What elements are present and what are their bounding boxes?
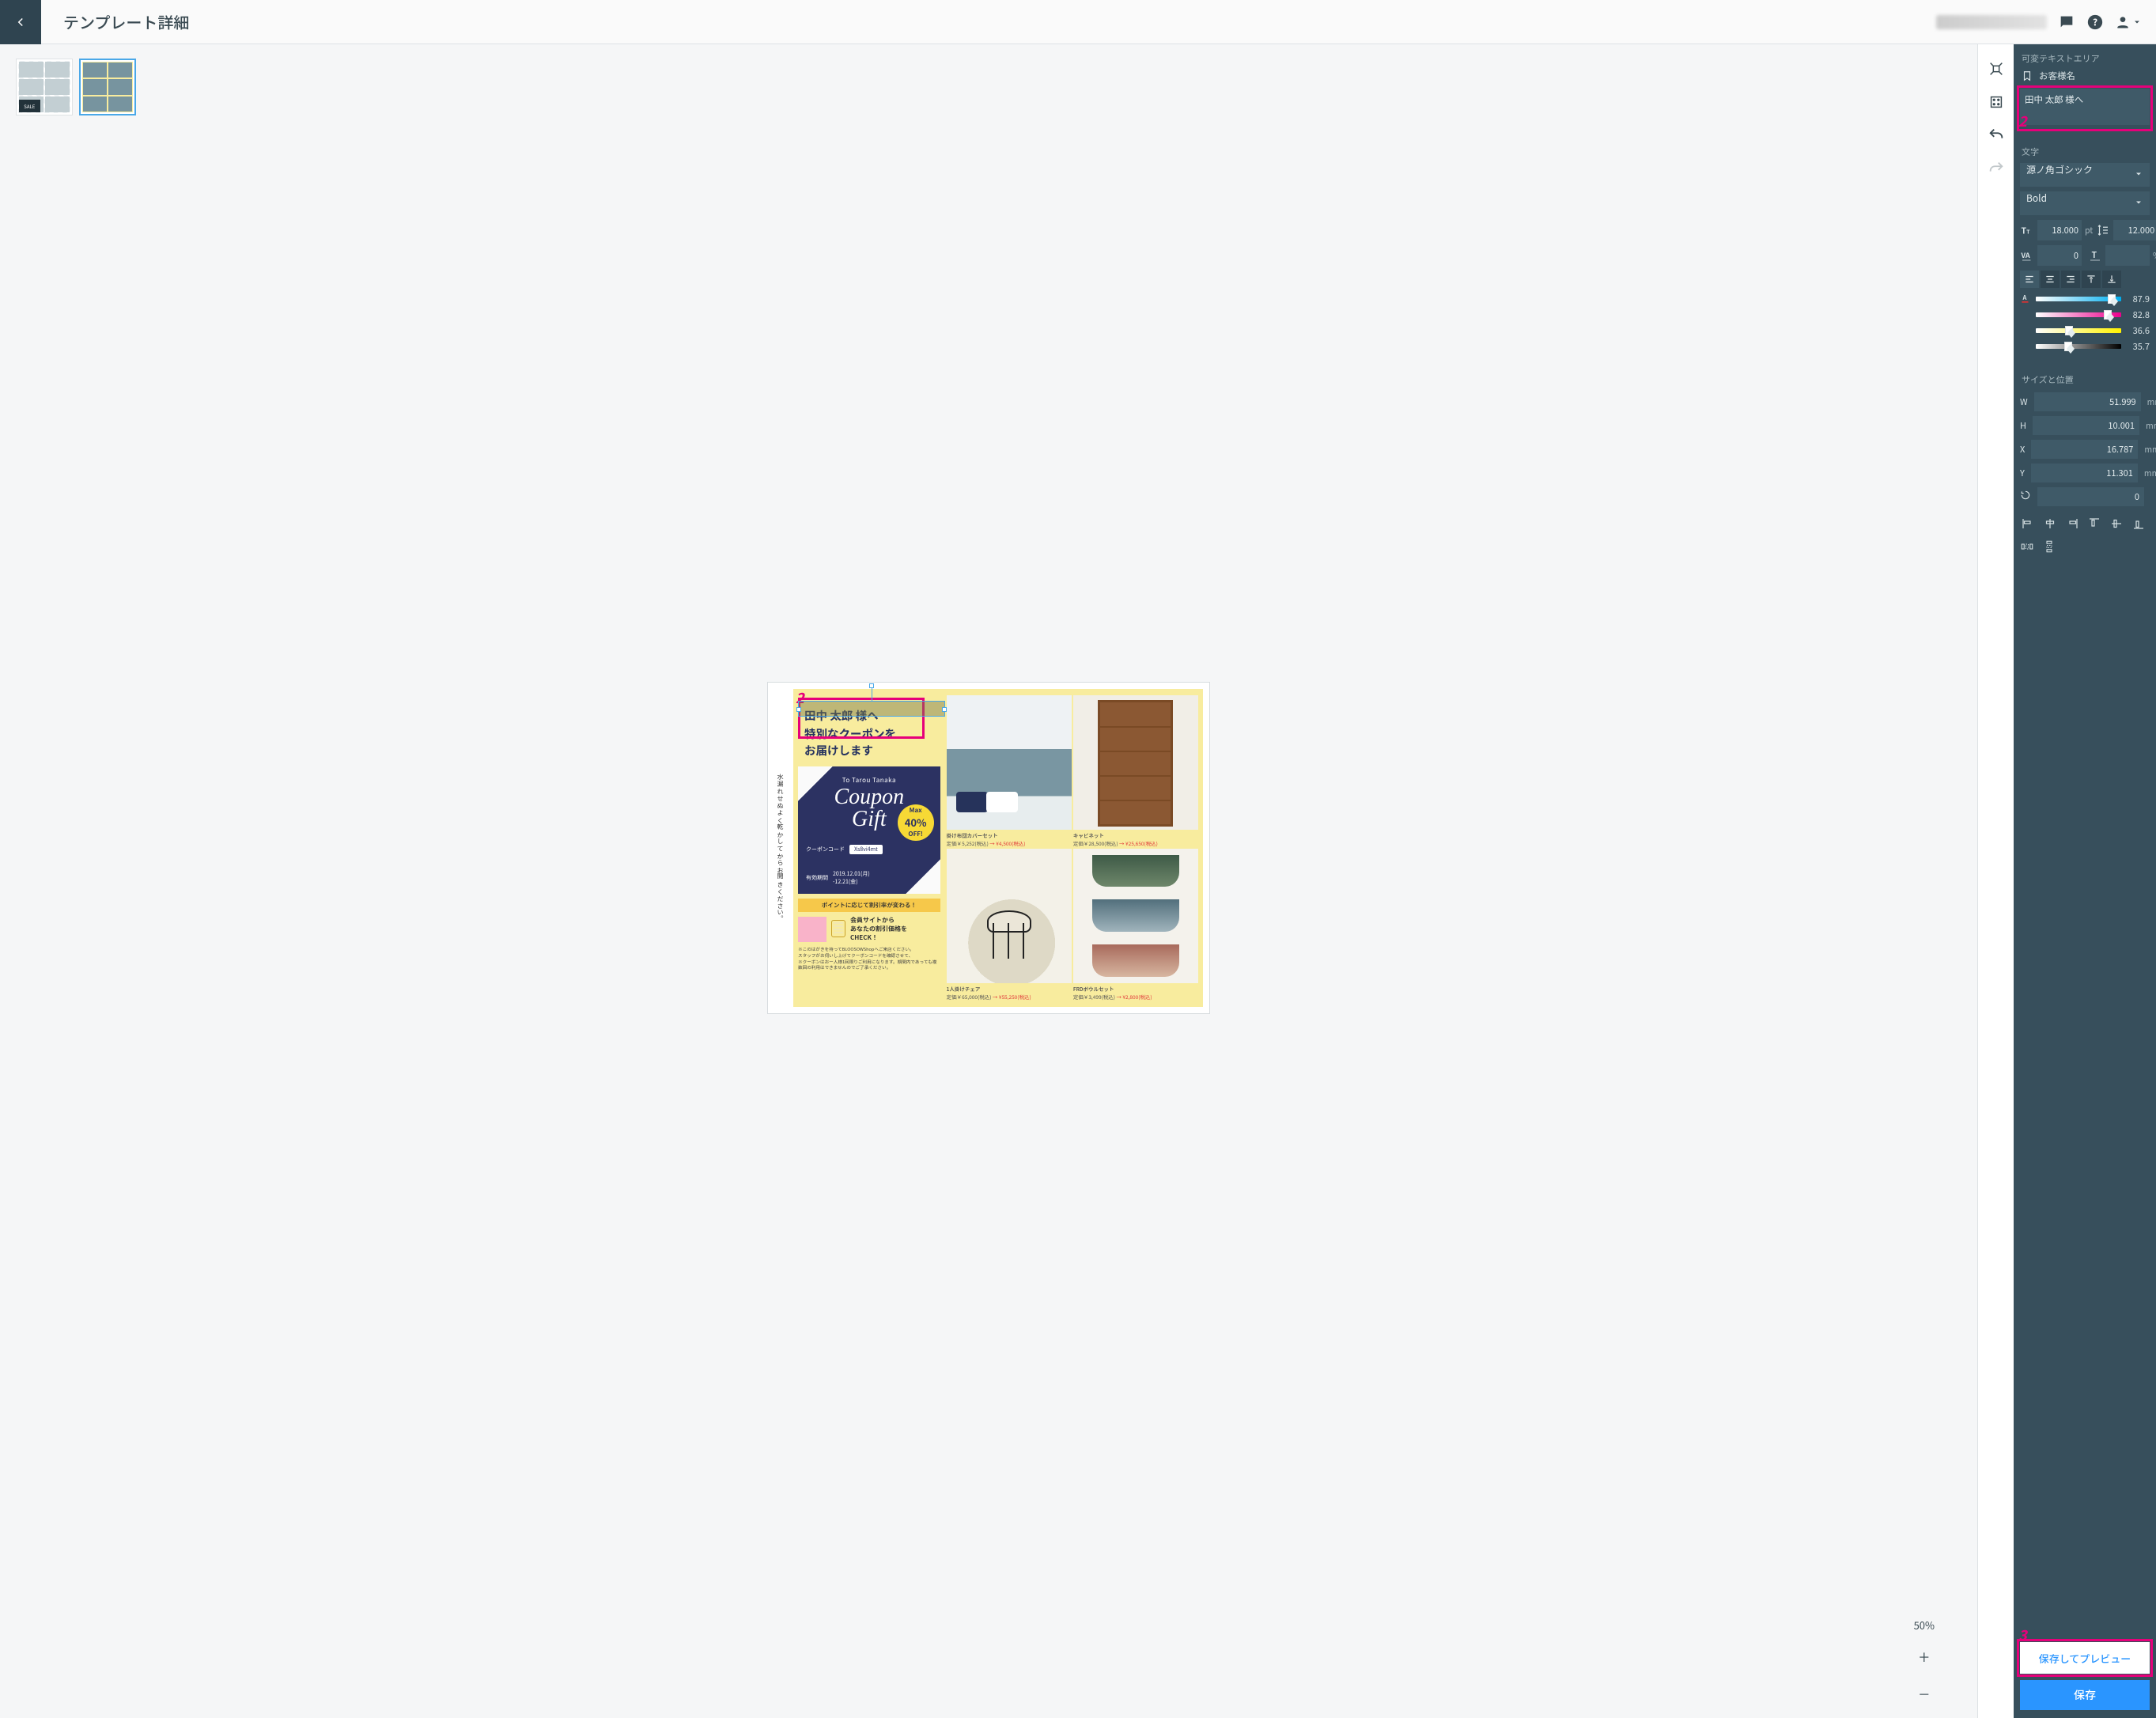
phone-icon [831,920,845,937]
transform-tool-icon[interactable] [1986,59,2007,79]
svg-text:T: T [2092,249,2097,261]
obj-align-top-icon[interactable] [2086,516,2102,532]
svg-text:?: ? [2093,15,2097,28]
inspector-panel: 可変テキストエリア お客様名 2 文字 源ノ角ゴシック Bold TT pt p… [2014,44,2156,1718]
height-input[interactable] [2033,416,2139,435]
svg-text:VA: VA [2021,250,2030,260]
hscale-unit: % [2153,250,2156,262]
account-menu[interactable] [2115,14,2142,30]
distribute-h-icon[interactable] [2020,539,2034,554]
zoom-in-button[interactable]: + [1919,1642,1929,1670]
page-thumbnail-1[interactable]: SALE [16,59,73,115]
coupon-valid-range: 2019.12.01(月) -12.21(金) [833,870,870,886]
cyan-value: 87.9 [2126,293,2150,305]
coupon-code: Xs8vi4mt [849,845,883,854]
help-icon[interactable]: ? [2086,13,2104,31]
headline-line2: 特別なクーポンを [798,725,945,742]
fontsize-unit: pt [2085,225,2093,237]
variable-text-input[interactable] [2020,89,2150,125]
valign-top-button[interactable] [2082,271,2101,288]
headline-line3: お届けします [798,742,945,759]
yellow-slider[interactable] [2036,328,2121,333]
annotation-label-panel-2: 2 [2018,111,2027,131]
hscale-input[interactable] [2105,245,2150,266]
save-button[interactable]: 保存 [2020,1680,2150,1710]
save-and-preview-button[interactable]: 保存してプレビュー [2020,1642,2150,1674]
check-site-text: 会員サイトから あなたの割引価格を CHECK！ [850,917,907,942]
tracking-input[interactable] [2037,245,2082,266]
x-input[interactable] [2031,440,2138,459]
account-name-blurred [1936,15,2047,29]
black-slider[interactable] [2036,344,2121,349]
product-label-2: 1人掛けチェア定価￥65,000(税込) → ¥55,250(税込) [947,985,1072,1001]
back-button[interactable] [0,0,41,44]
align-left-button[interactable] [2020,271,2039,288]
fine-print: ※このはがきを持ってBLOOSOWShopへご来店ください。 スタッフがお伺いし… [798,947,940,971]
binding-note: 水漏れせぬよく乾かしてからお開きください。 [776,773,785,922]
text-color-icon: A [2020,293,2031,305]
weight-select[interactable]: Bold [2020,191,2150,215]
selected-text-element[interactable]: 田中 太郎 様へ [798,701,945,725]
zoom-level: 50% [1914,1618,1935,1633]
obj-align-left-icon[interactable] [2020,516,2036,532]
cyan-slider[interactable] [2036,297,2121,301]
fontsize-input[interactable] [2037,220,2082,240]
coupon-valid-label: 有効期間 [806,874,828,882]
rotation-input[interactable] [2037,487,2144,506]
font-select[interactable]: 源ノ角ゴシック [2020,163,2150,187]
pink-swatch [798,917,826,942]
section-size-position: サイズと位置 [2014,356,2156,392]
section-text: 文字 [2014,128,2156,163]
svg-text:A: A [2022,293,2027,302]
undo-button[interactable] [1986,125,2007,146]
align-center-button[interactable] [2041,271,2060,288]
obj-align-hcenter-icon[interactable] [2042,516,2058,532]
black-value: 35.7 [2126,340,2150,353]
annotation-label-3: 3 [2018,1625,2027,1645]
obj-align-right-icon[interactable] [2064,516,2080,532]
selected-text-content: 田中 太郎 様へ [804,707,879,724]
yellow-value: 36.6 [2126,324,2150,337]
product-image-chair [947,849,1072,983]
sale-badge: SALE [19,100,40,112]
zoom-out-button[interactable]: − [1919,1679,1929,1707]
lineheight-input[interactable] [2113,220,2156,240]
rotate-icon [2020,490,2031,504]
coupon-code-label: クーポンコード [806,846,845,853]
product-label-0: 掛け布団カバーセット定価￥5,252(税込) → ¥4,500(税込) [947,831,1072,847]
fontsize-icon: TT [2020,221,2034,240]
width-input[interactable] [2034,392,2141,411]
hscale-icon: T [2088,246,2102,265]
page-title: テンプレート詳細 [41,10,189,33]
point-note: ポイントに応じて割引率が変わる！ [798,899,940,912]
redo-button[interactable] [1986,158,2007,179]
page-thumbnail-2[interactable] [79,59,136,115]
magenta-slider[interactable] [2036,312,2121,317]
lineheight-icon [2096,221,2110,240]
discount-badge: Max 40% OFF! [898,804,934,841]
crop-tool-icon[interactable] [1986,92,2007,112]
tracking-icon: VA [2020,246,2034,265]
product-image-bowls [1073,849,1198,983]
obj-align-vcenter-icon[interactable] [2109,516,2124,532]
align-right-button[interactable] [2061,271,2080,288]
product-label-1: キャビネット定価￥28,500(税込) → ¥25,650(税込) [1073,831,1198,847]
y-input[interactable] [2031,464,2138,482]
distribute-v-icon[interactable] [2042,539,2056,554]
svg-text:T: T [2022,225,2027,237]
product-image-shelf [1073,695,1198,830]
chat-icon[interactable] [2058,13,2075,31]
product-label-3: FRDボウルセット定価￥3,499(税込) → ¥2,800(税込) [1073,985,1198,1001]
section-variable-text: 可変テキストエリア [2014,44,2156,70]
magenta-value: 82.8 [2126,308,2150,321]
svg-text:T: T [2026,228,2030,236]
product-image-bed [947,695,1072,830]
bookmark-icon [2022,70,2033,81]
variable-field-label: お客様名 [2039,70,2075,82]
obj-align-bottom-icon[interactable] [2131,516,2147,532]
valign-bottom-button[interactable] [2102,271,2121,288]
canvas[interactable]: 水漏れせぬよく乾かしてからお開きください。 2 田中 太郎 様へ [767,682,1210,1014]
coupon-card: To Tarou Tanaka Coupon Gift Max 40% OFF!… [798,766,940,894]
